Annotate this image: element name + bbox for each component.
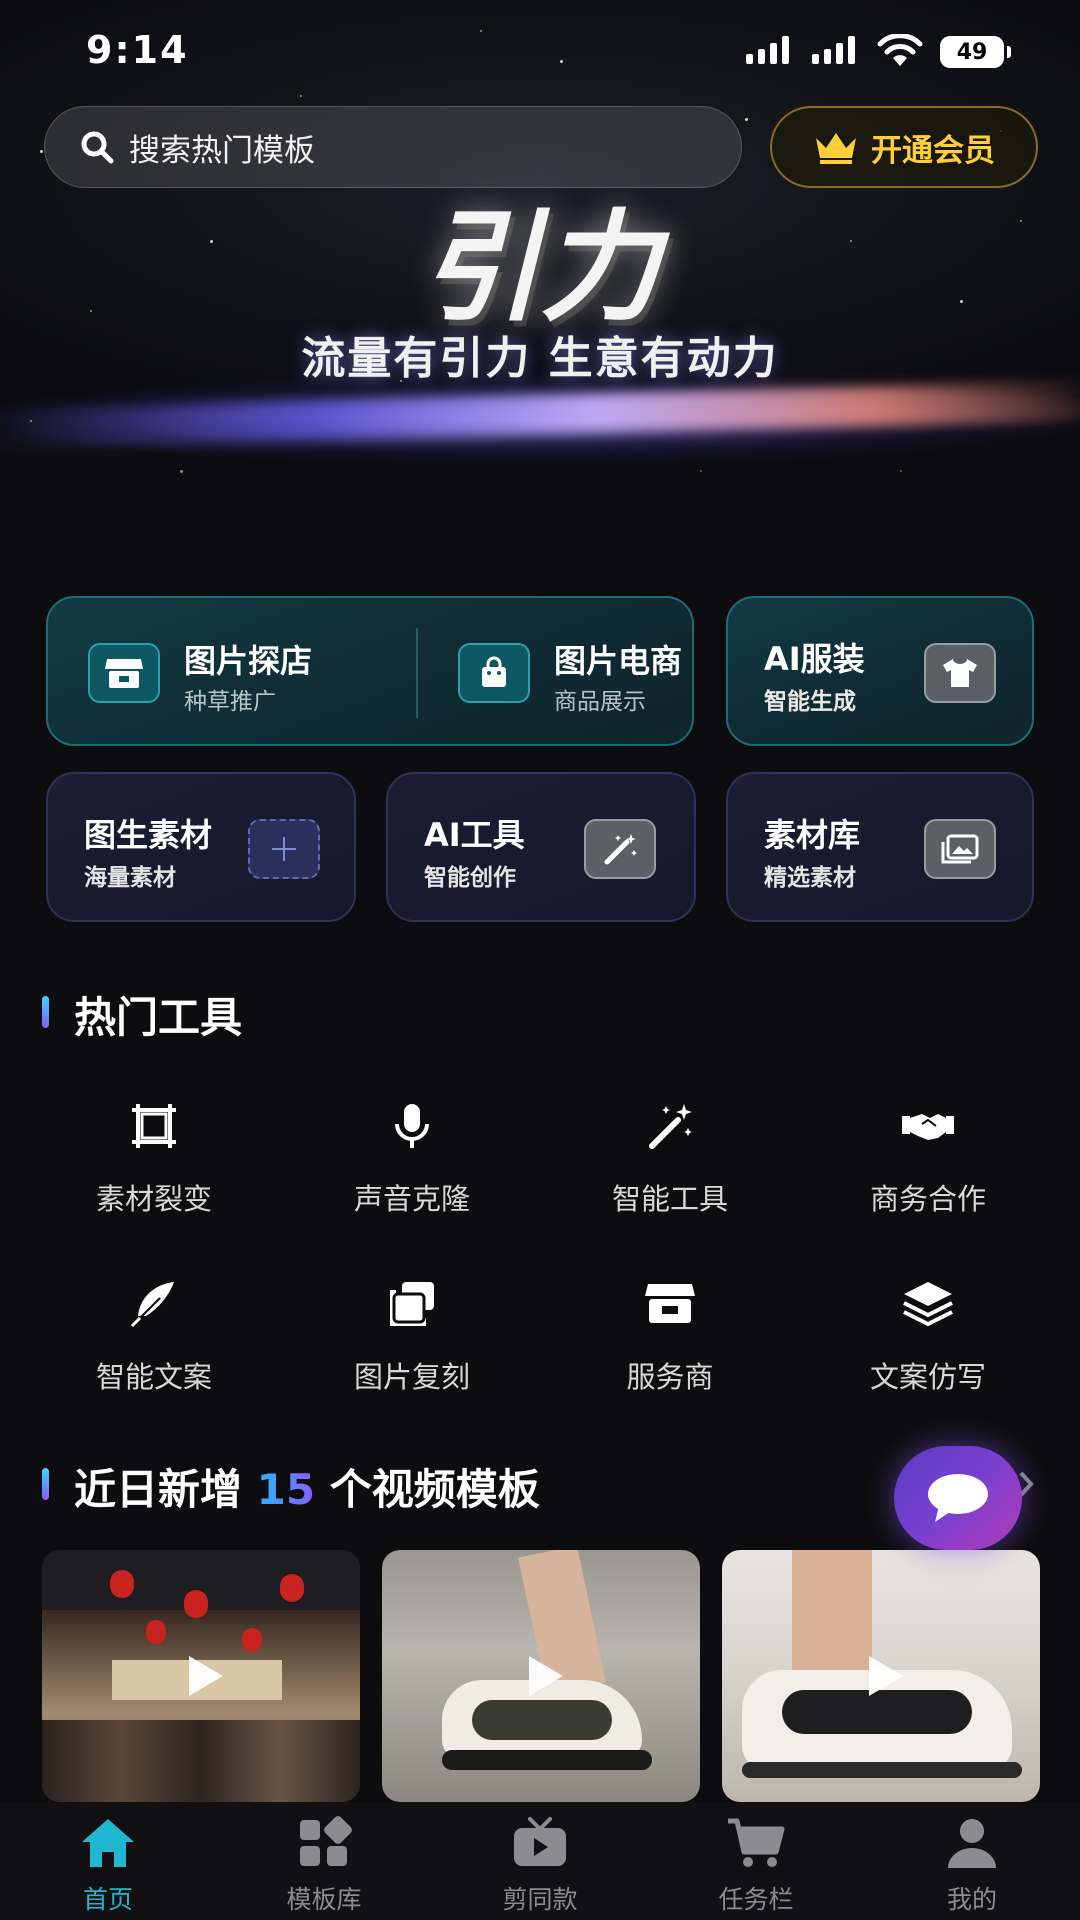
wifi-icon bbox=[877, 34, 923, 66]
templates-title-prefix: 近日新增 bbox=[74, 1465, 243, 1514]
tab-home[interactable]: 首页 bbox=[0, 1810, 216, 1920]
ai-tools-subtitle: 智能创作 bbox=[424, 865, 516, 891]
cellular-signal-icon bbox=[812, 36, 855, 64]
crown-icon bbox=[816, 133, 856, 164]
microphone-icon bbox=[395, 1104, 429, 1148]
cart-icon bbox=[728, 1818, 785, 1867]
cellular-signal-icon bbox=[746, 36, 789, 64]
tv-play-icon bbox=[514, 1817, 566, 1866]
copy-images-icon bbox=[390, 1282, 434, 1326]
image-material-button[interactable]: 图生素材 海量素材 bbox=[46, 772, 356, 922]
chat-bubble-icon bbox=[928, 1474, 988, 1522]
tool-smart-tools[interactable]: 智能工具 bbox=[541, 1098, 799, 1238]
templates-count: 15 bbox=[256, 1465, 316, 1514]
section-accent-bar bbox=[42, 996, 49, 1028]
play-icon bbox=[189, 1656, 223, 1696]
template-thumb-sneaker-2[interactable] bbox=[722, 1550, 1040, 1802]
tool-label: 商务合作 bbox=[869, 1182, 986, 1216]
tab-label: 任务栏 bbox=[718, 1885, 794, 1914]
galaxy-band bbox=[0, 380, 1080, 450]
store-visit-subtitle: 种草推广 bbox=[184, 689, 276, 715]
tab-label: 模板库 bbox=[286, 1885, 362, 1914]
membership-label: 开通会员 bbox=[871, 132, 995, 169]
image-gallery-icon bbox=[924, 819, 996, 879]
image-feature-card: 图片探店 种草推广 图片电商 商品展示 bbox=[46, 596, 694, 746]
tool-label: 服务商 bbox=[626, 1360, 714, 1394]
tool-label: 图片复刻 bbox=[353, 1360, 470, 1394]
tool-label: 文案仿写 bbox=[869, 1360, 986, 1394]
templates-title-suffix: 个视频模板 bbox=[329, 1465, 540, 1514]
layers-icon bbox=[903, 1282, 953, 1327]
ai-clothing-title: AI服装 bbox=[764, 640, 865, 678]
play-icon bbox=[529, 1656, 563, 1696]
tab-me[interactable]: 我的 bbox=[864, 1810, 1080, 1920]
feather-icon bbox=[130, 1282, 174, 1328]
tool-label: 智能工具 bbox=[611, 1182, 728, 1216]
tool-smart-copywriting[interactable]: 智能文案 bbox=[25, 1276, 283, 1416]
magic-wand-icon bbox=[649, 1104, 692, 1149]
ecommerce-subtitle: 商品展示 bbox=[554, 689, 646, 715]
tool-material-fission[interactable]: 素材裂变 bbox=[25, 1098, 283, 1238]
ecommerce-title: 图片电商 bbox=[554, 642, 683, 680]
tool-business-cooperation[interactable]: 商务合作 bbox=[799, 1098, 1057, 1238]
grid-icon bbox=[300, 1816, 352, 1866]
ai-clothing-subtitle: 智能生成 bbox=[764, 689, 856, 715]
tool-voice-clone[interactable]: 声音克隆 bbox=[283, 1098, 541, 1238]
home-icon bbox=[82, 1819, 134, 1867]
magic-wand-icon bbox=[584, 819, 656, 879]
play-icon bbox=[869, 1656, 903, 1696]
search-icon bbox=[81, 131, 114, 164]
user-icon bbox=[948, 1819, 996, 1868]
storefront-icon bbox=[88, 643, 160, 703]
tshirt-icon bbox=[924, 643, 996, 703]
hero-slogan: 流量有引力 生意有动力 bbox=[301, 333, 779, 384]
tool-service-provider[interactable]: 服务商 bbox=[541, 1276, 799, 1416]
tool-copy-imitation[interactable]: 文案仿写 bbox=[799, 1276, 1057, 1416]
tool-image-replicate[interactable]: 图片复刻 bbox=[283, 1276, 541, 1416]
chat-assistant-button[interactable] bbox=[894, 1446, 1022, 1550]
tab-same-edit[interactable]: 剪同款 bbox=[432, 1810, 648, 1920]
ecommerce-button[interactable]: 图片电商 商品展示 bbox=[418, 598, 694, 748]
template-thumb-sneaker-1[interactable] bbox=[382, 1550, 700, 1802]
plus-icon bbox=[248, 819, 320, 879]
tool-label: 声音克隆 bbox=[353, 1182, 470, 1216]
store-visit-button[interactable]: 图片探店 种草推广 bbox=[48, 598, 416, 748]
search-placeholder: 搜索热门模板 bbox=[129, 132, 315, 169]
hot-tools-title: 热门工具 bbox=[74, 993, 243, 1042]
brand-logo: 引力 bbox=[420, 197, 660, 338]
status-bar: 9:14 49 bbox=[0, 0, 1080, 100]
ai-tools-title: AI工具 bbox=[424, 816, 525, 854]
material-library-button[interactable]: 素材库 精选素材 bbox=[726, 772, 1034, 922]
crop-frame-icon bbox=[132, 1104, 176, 1148]
section-accent-bar bbox=[42, 1468, 49, 1500]
bottom-tab-bar: 首页 模板库 剪同款 任务栏 我的 bbox=[0, 1802, 1080, 1920]
tab-task-bar[interactable]: 任务栏 bbox=[648, 1810, 864, 1920]
templates-title: 近日新增 15 个视频模板 bbox=[74, 1456, 540, 1517]
template-thumb-restaurant[interactable] bbox=[42, 1550, 360, 1802]
battery-indicator: 49 bbox=[940, 36, 1011, 68]
tab-label: 我的 bbox=[946, 1885, 997, 1914]
search-input[interactable]: 搜索热门模板 bbox=[44, 106, 742, 188]
storefront-icon bbox=[645, 1284, 695, 1323]
status-time: 9:14 bbox=[86, 28, 189, 72]
ai-tools-button[interactable]: AI工具 智能创作 bbox=[386, 772, 696, 922]
image-material-subtitle: 海量素材 bbox=[84, 865, 176, 891]
material-library-title: 素材库 bbox=[764, 816, 861, 854]
material-library-subtitle: 精选素材 bbox=[764, 865, 856, 891]
ai-clothing-button[interactable]: AI服装 智能生成 bbox=[726, 596, 1034, 746]
image-material-title: 图生素材 bbox=[84, 816, 213, 854]
shopping-bag-icon bbox=[458, 643, 530, 703]
tab-template-library[interactable]: 模板库 bbox=[216, 1810, 432, 1920]
tab-label: 首页 bbox=[82, 1885, 133, 1914]
handshake-icon bbox=[902, 1114, 954, 1140]
open-membership-button[interactable]: 开通会员 bbox=[770, 106, 1038, 188]
store-visit-title: 图片探店 bbox=[184, 642, 313, 680]
tab-label: 剪同款 bbox=[502, 1885, 578, 1914]
tool-label: 智能文案 bbox=[95, 1360, 212, 1394]
tool-label: 素材裂变 bbox=[95, 1182, 212, 1216]
